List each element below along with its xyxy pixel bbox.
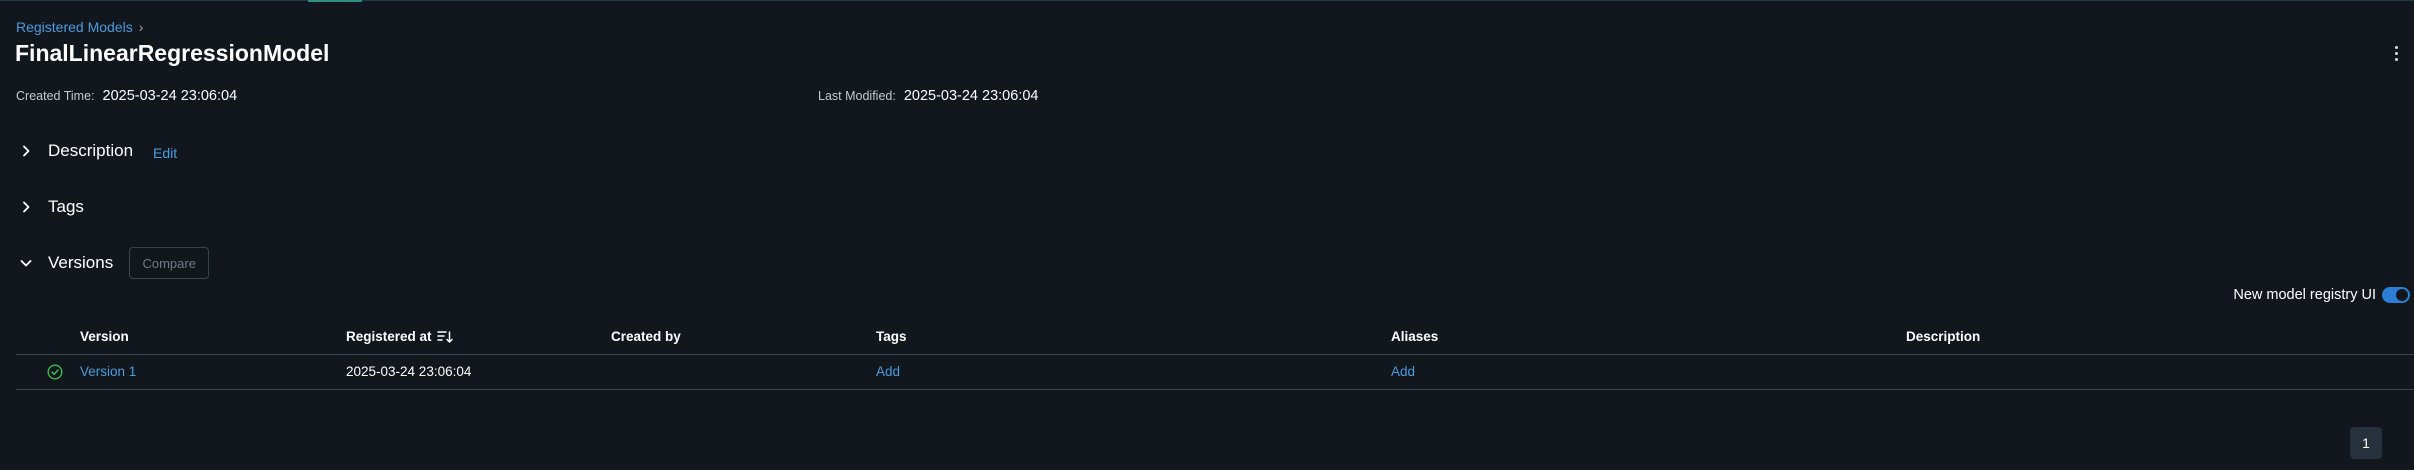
versions-section: Versions Compare	[18, 247, 210, 279]
created-time-label: Created Time:	[16, 89, 95, 103]
breadcrumb: Registered Models ›	[16, 19, 143, 35]
column-header-aliases: Aliases	[1391, 329, 1439, 344]
breadcrumb-separator-icon: ›	[138, 19, 144, 35]
chevron-right-icon[interactable]	[18, 199, 34, 215]
tags-section-title[interactable]: Tags	[48, 197, 84, 217]
model-page: Registered Models › FinalLinearRegressio…	[0, 0, 2414, 470]
top-border	[0, 0, 2414, 1]
table-header: Version Registered at Created by Tags Al…	[16, 320, 2414, 355]
add-tag-link[interactable]: Add	[876, 364, 900, 379]
compare-button[interactable]: Compare	[129, 247, 210, 279]
created-time: Created Time: 2025-03-24 23:06:04	[16, 88, 237, 104]
new-registry-ui-toggle[interactable]	[2382, 287, 2410, 303]
column-header-registered-at[interactable]: Registered at	[346, 329, 453, 344]
edit-description-link[interactable]: Edit	[153, 145, 177, 161]
registered-at-cell: 2025-03-24 23:06:04	[346, 364, 472, 379]
column-header-created-by: Created by	[611, 329, 681, 344]
version-link[interactable]: Version 1	[80, 364, 136, 379]
table-row: Version 1 2025-03-24 23:06:04 Add Add	[16, 355, 2414, 390]
column-header-registered-at-label: Registered at	[346, 329, 432, 344]
column-header-tags: Tags	[876, 329, 907, 344]
breadcrumb-registered-models[interactable]: Registered Models	[16, 19, 133, 35]
page-title: FinalLinearRegressionModel	[15, 40, 330, 66]
new-registry-ui-label: New model registry UI	[2233, 287, 2376, 303]
created-time-value: 2025-03-24 23:06:04	[102, 88, 238, 104]
check-circle-icon	[47, 364, 63, 380]
description-section: Description Edit	[18, 141, 177, 161]
pagination-page-button[interactable]: 1	[2350, 427, 2382, 459]
more-options-icon[interactable]	[2390, 42, 2402, 64]
last-modified: Last Modified: 2025-03-24 23:06:04	[818, 88, 1038, 104]
description-section-title[interactable]: Description	[48, 141, 133, 161]
active-tab-indicator	[308, 0, 362, 2]
column-header-version: Version	[80, 329, 129, 344]
chevron-down-icon[interactable]	[18, 255, 34, 271]
column-header-description: Description	[1906, 329, 1981, 344]
new-registry-ui-toggle-row: New model registry UI	[2233, 287, 2410, 303]
chevron-right-icon[interactable]	[18, 143, 34, 159]
sort-descending-icon[interactable]	[436, 330, 453, 344]
tags-section: Tags	[18, 197, 84, 217]
last-modified-value: 2025-03-24 23:06:04	[903, 88, 1039, 104]
add-alias-link[interactable]: Add	[1391, 364, 1415, 379]
last-modified-label: Last Modified:	[818, 89, 896, 103]
versions-section-title[interactable]: Versions	[48, 253, 113, 273]
versions-table: Version Registered at Created by Tags Al…	[16, 320, 2414, 390]
